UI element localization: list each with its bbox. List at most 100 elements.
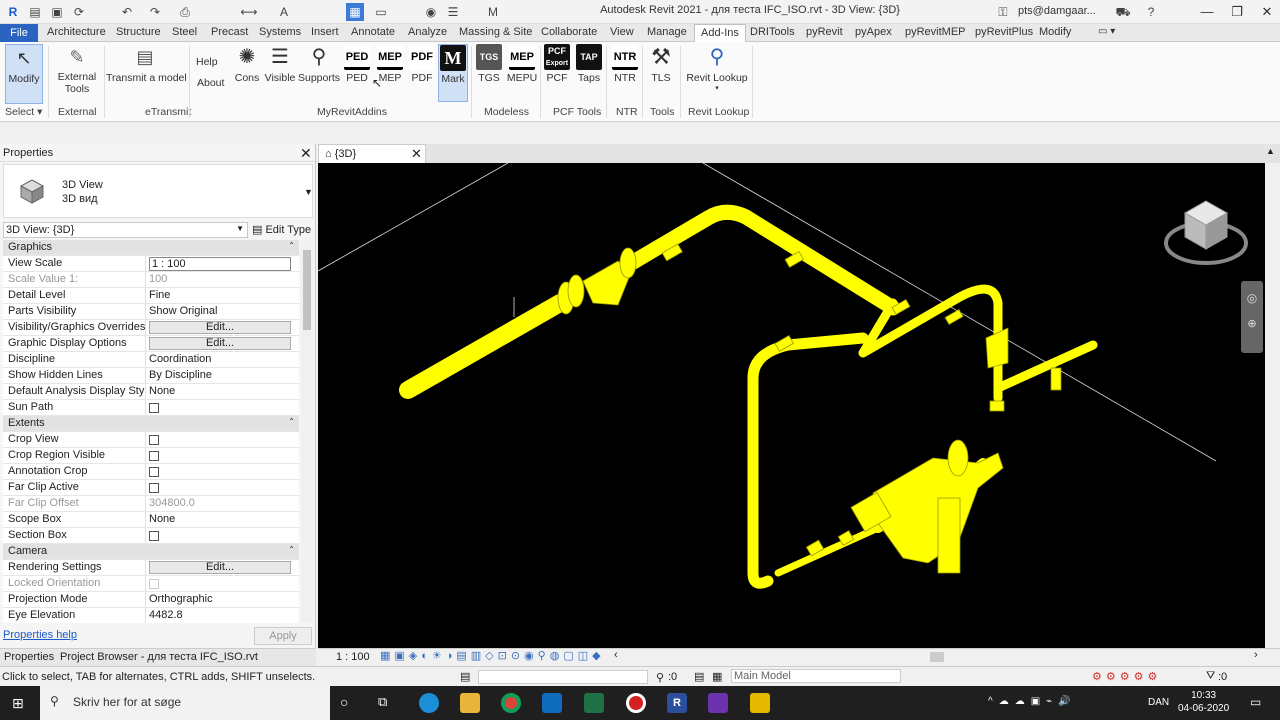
clock[interactable]: 10:33 04-06-2020 — [1178, 689, 1229, 715]
tab-massing-site[interactable]: Massing & Site — [459, 26, 532, 38]
zoom-icon[interactable]: ⊕ — [1241, 317, 1263, 330]
ped-button[interactable]: PED PED — [342, 44, 372, 84]
view-scale[interactable]: 1 : 100 — [336, 651, 370, 663]
help-button[interactable]: Help — [196, 56, 218, 68]
undo-icon[interactable]: ↶ — [118, 3, 136, 21]
tab-analyze[interactable]: Analyze — [408, 26, 447, 38]
revit-logo-icon[interactable]: R — [4, 3, 22, 21]
property-value[interactable]: Fine — [146, 288, 299, 303]
property-value[interactable]: Orthographic — [146, 592, 299, 607]
visible-button[interactable]: ☰ Visible — [264, 44, 296, 84]
notifications-icon[interactable]: ▭ — [1250, 695, 1261, 709]
chevron-up-icon[interactable]: ▲ — [1266, 146, 1275, 156]
tab-precast[interactable]: Precast — [211, 26, 248, 38]
ntr-button[interactable]: NTR NTR — [611, 44, 639, 84]
collapse-icon[interactable]: ⌃ — [288, 241, 295, 250]
tab-project-browser[interactable]: Project Browser - для теста IFC_ISO.rvt — [60, 651, 258, 663]
tab-annotate[interactable]: Annotate — [351, 26, 395, 38]
m-icon[interactable]: M — [484, 3, 502, 21]
tgs-button[interactable]: TGS TGS — [476, 44, 502, 84]
save-icon[interactable]: ▣ — [48, 3, 66, 21]
text-icon[interactable]: A — [275, 3, 293, 21]
pdf-button[interactable]: PDF PDF — [407, 44, 437, 84]
tab-add-ins[interactable]: Add-Ins — [694, 24, 746, 43]
cart-icon[interactable]: ⛟ — [1114, 3, 1132, 21]
viewcube-icon[interactable] — [1161, 193, 1251, 273]
chevron-right-icon[interactable]: › — [1254, 649, 1258, 661]
cortana-icon[interactable]: ○ — [340, 694, 348, 710]
edge-icon[interactable] — [419, 693, 439, 713]
section-header-graphics[interactable]: Graphics ⌃ — [3, 240, 299, 256]
about-button[interactable]: About — [197, 77, 224, 89]
property-value[interactable]: 4482.8 — [146, 608, 299, 623]
property-checkbox[interactable] — [149, 451, 159, 461]
tab-options-icon[interactable]: ▭ ▾ — [1098, 26, 1115, 37]
tab-steel[interactable]: Steel — [172, 26, 197, 38]
lock-icon[interactable]: ⚿ — [994, 3, 1012, 21]
tab-pyrevitplus[interactable]: pyRevitPlus — [975, 26, 1033, 38]
model-icon[interactable]: ▦ — [712, 670, 722, 683]
section-header-extents[interactable]: Extents ⌃ — [3, 416, 299, 432]
property-checkbox[interactable] — [149, 531, 159, 541]
tab-systems[interactable]: Systems — [259, 26, 301, 38]
apply-button[interactable]: Apply — [254, 627, 312, 645]
property-checkbox[interactable] — [149, 403, 159, 413]
external-tools-button[interactable]: ✎ External Tools — [54, 44, 100, 95]
modify-button[interactable]: ↖ Modify — [5, 44, 43, 104]
cons-button[interactable]: ✺ Cons — [233, 44, 261, 84]
pcf-button[interactable]: PCF Export PCF — [543, 44, 571, 84]
chrome-icon[interactable] — [501, 693, 521, 713]
viewport-scrollbar[interactable] — [1266, 163, 1280, 648]
view-scale-input[interactable]: 1 : 100 — [149, 257, 291, 271]
close-hidden-icon[interactable]: ▭ — [372, 3, 390, 21]
property-value[interactable]: Coordination — [146, 352, 299, 367]
open-icon[interactable]: ▤ — [26, 3, 44, 21]
chevron-left-icon[interactable]: ‹ — [614, 649, 618, 661]
tls-button[interactable]: ⚒ TLS — [647, 44, 675, 84]
property-checkbox[interactable] — [149, 435, 159, 445]
redo-icon[interactable]: ↷ — [146, 3, 164, 21]
scroll-thumb[interactable] — [930, 652, 944, 662]
measure-icon[interactable]: ⟷ — [240, 3, 258, 21]
steering-wheel-icon[interactable]: ◎ — [1241, 291, 1263, 305]
help-icon[interactable]: ? — [1142, 3, 1160, 21]
file-explorer-icon[interactable] — [460, 693, 480, 713]
language-indicator[interactable]: DAN — [1148, 697, 1169, 708]
tab-file[interactable]: File — [0, 24, 38, 42]
collapse-icon[interactable]: ⌃ — [288, 417, 295, 426]
property-value[interactable]: None — [146, 384, 299, 399]
minimize-button[interactable]: — — [1196, 2, 1218, 22]
collapse-icon[interactable]: ⌃ — [288, 545, 295, 554]
property-value[interactable]: Show Original — [146, 304, 299, 319]
tab-properties[interactable]: Properties — [4, 651, 54, 663]
mark-button[interactable]: M Mark — [438, 44, 468, 102]
property-value[interactable]: None — [146, 512, 299, 527]
tab-collaborate[interactable]: Collaborate — [541, 26, 597, 38]
close-window-button[interactable]: ✕ — [1256, 2, 1278, 22]
print-icon[interactable]: ⎙ — [176, 3, 194, 21]
tab-view[interactable]: View — [610, 26, 634, 38]
design-options-icon[interactable]: ▤ — [694, 670, 704, 683]
3d-viewport[interactable]: ◎ ⊕ — [318, 163, 1265, 648]
outlook-icon[interactable] — [542, 693, 562, 713]
user-account[interactable]: pts@damgaar... — [1018, 5, 1096, 17]
tab-insert[interactable]: Insert — [311, 26, 339, 38]
design-option-selector[interactable]: Main Model — [731, 669, 901, 683]
selection-options-icons[interactable]: ⚙⚙⚙⚙⚙ — [1092, 670, 1161, 683]
properties-scrollbar[interactable] — [301, 240, 313, 623]
property-checkbox[interactable] — [149, 483, 159, 493]
properties-help-link[interactable]: Properties help — [3, 629, 77, 641]
edit-button[interactable]: Edit... — [149, 561, 291, 574]
supports-button[interactable]: ⚲ Supports — [298, 44, 340, 84]
instance-selector[interactable]: 3D View: {3D} ▼ — [3, 222, 248, 238]
tab-pyapex[interactable]: pyApex — [855, 26, 892, 38]
transmit-model-button[interactable]: ▤ Transmit a model — [106, 44, 187, 84]
revit-lookup-button[interactable]: ⚲ Revit Lookup ▾ — [686, 44, 748, 92]
filter-icon[interactable]: ⛛ — [1206, 670, 1215, 683]
edit-type-button[interactable]: ▤ Edit Type — [252, 223, 311, 236]
revit-icon[interactable]: R — [667, 693, 687, 713]
thin-lines-icon[interactable]: ▦ — [346, 3, 364, 21]
taps-button[interactable]: TAP Taps — [575, 44, 603, 84]
view-control-icons[interactable]: ▦▣◈◐☀◑▤▥◇⊡⊙◉⚲◍▢◫◆ — [380, 649, 605, 662]
switch-windows-icon[interactable]: ◉ — [422, 3, 440, 21]
